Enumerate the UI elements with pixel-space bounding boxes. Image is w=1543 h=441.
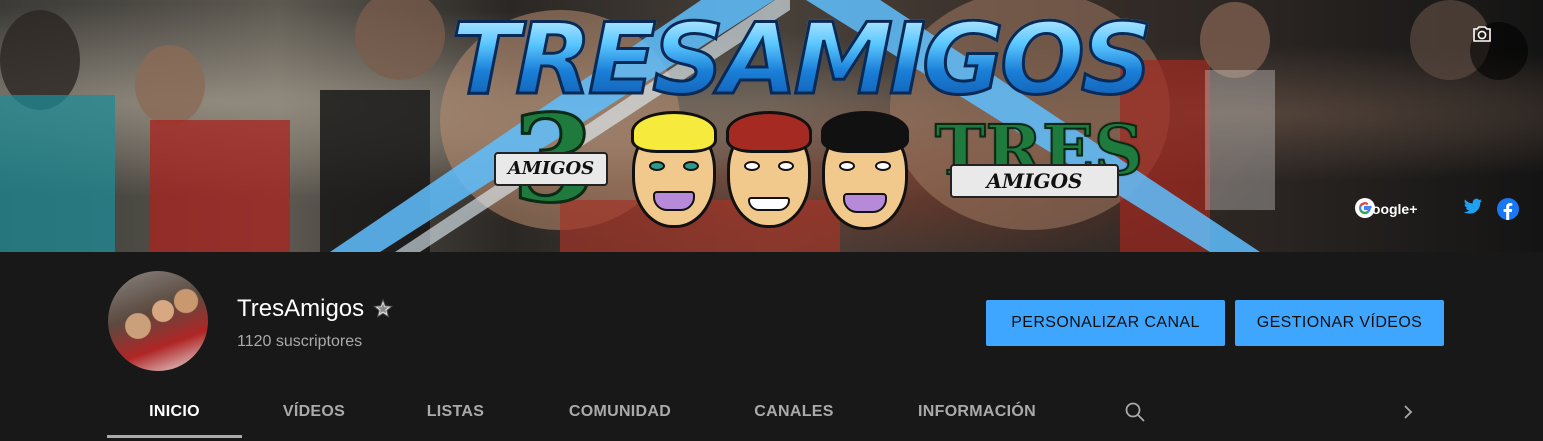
tab-comunidad[interactable]: COMUNIDAD xyxy=(546,386,694,438)
channel-search-button[interactable] xyxy=(1117,386,1153,438)
tab-videos[interactable]: VÍDEOS xyxy=(262,386,366,438)
channel-name-row: TresAmigos xyxy=(237,295,394,323)
cartoon-face-blond xyxy=(631,111,717,228)
cartoon-face-dark-hair xyxy=(821,111,909,230)
google-icon xyxy=(1355,198,1375,218)
banner-logo-ribbon-left: AMIGOS xyxy=(494,152,608,186)
customize-channel-button[interactable]: PERSONALIZAR CANAL xyxy=(986,300,1225,346)
tabs-next-button[interactable] xyxy=(1392,386,1424,438)
active-tab-indicator xyxy=(107,435,242,438)
channel-tabs: INICIO VÍDEOS LISTAS COMUNIDAD CANALES I… xyxy=(0,386,1543,441)
channel-banner: TRESAMIGOS 3 AMIGOS TRES AMIGOS Go xyxy=(0,0,1543,252)
channel-avatar[interactable] xyxy=(108,271,208,371)
camera-icon xyxy=(1473,26,1491,42)
tab-listas[interactable]: LISTAS xyxy=(405,386,506,438)
change-banner-button[interactable] xyxy=(1470,22,1528,80)
twitter-icon xyxy=(1463,198,1483,214)
verified-star-icon xyxy=(372,298,394,320)
tab-informacion[interactable]: INFORMACIÓN xyxy=(895,386,1059,438)
cartoon-face-redhead xyxy=(726,111,812,228)
banner-logo-ribbon-right: AMIGOS xyxy=(950,164,1119,198)
manage-videos-button[interactable]: GESTIONAR VÍDEOS xyxy=(1235,300,1444,346)
channel-name: TresAmigos xyxy=(237,295,365,322)
chevron-right-icon xyxy=(1404,405,1413,419)
facebook-icon xyxy=(1497,198,1519,220)
google-plus-link[interactable]: Google+ xyxy=(1355,198,1417,220)
tab-canales[interactable]: CANALES xyxy=(733,386,855,438)
search-icon xyxy=(1125,402,1145,422)
tab-inicio[interactable]: INICIO xyxy=(107,386,242,438)
subscriber-count: 1120 suscriptores xyxy=(237,333,363,350)
